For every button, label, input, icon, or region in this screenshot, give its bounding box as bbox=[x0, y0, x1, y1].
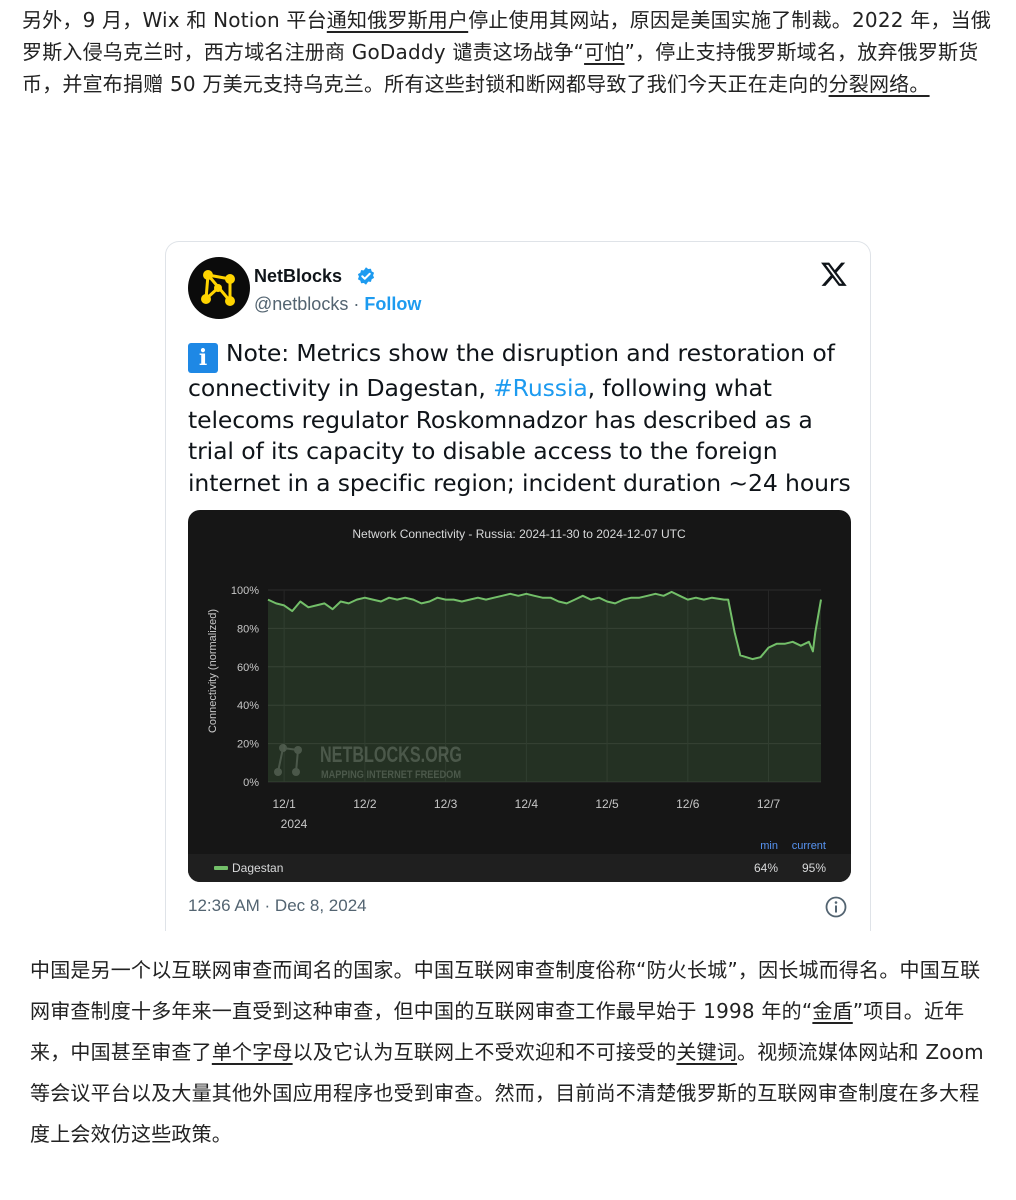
tweet-timestamp[interactable]: 12:36 AM · Dec 8, 2024 bbox=[188, 896, 367, 916]
verified-badge-icon bbox=[357, 267, 375, 285]
y-tick-label: 40% bbox=[237, 700, 259, 712]
link-notify-russian-users[interactable]: 通知俄罗斯用户 bbox=[327, 8, 468, 32]
info-circle-icon[interactable] bbox=[824, 895, 848, 919]
x-tick-label: 12/7 bbox=[757, 797, 781, 811]
tweet-chart-image[interactable]: Network Connectivity - Russia: 2024-11-3… bbox=[188, 510, 851, 882]
follow-button[interactable]: Follow bbox=[364, 294, 421, 314]
legend-current-value: 95% bbox=[802, 861, 826, 875]
legend-series-name: Dagestan bbox=[232, 861, 283, 875]
article-paragraph-intro: 另外，9 月，Wix 和 Notion 平台通知俄罗斯用户停止使用其网站，原因是… bbox=[22, 4, 997, 100]
x-tick-label: 12/2 bbox=[353, 797, 377, 811]
x-tick-label: 12/1 bbox=[272, 797, 296, 811]
y-tick-label: 100% bbox=[231, 585, 259, 597]
hashtag-russia-link[interactable]: #Russia bbox=[493, 374, 588, 402]
connectivity-chart: Network Connectivity - Russia: 2024-11-3… bbox=[188, 527, 851, 882]
link-golden-shield[interactable]: 金盾 bbox=[812, 999, 852, 1023]
information-emoji-icon: i bbox=[188, 343, 218, 373]
y-tick-label: 80% bbox=[237, 623, 259, 635]
tweet-handle[interactable]: @netblocks bbox=[254, 294, 348, 314]
link-terrible[interactable]: 可怕 bbox=[584, 40, 624, 64]
embedded-tweet: NetBlocks @netblocks · Follow i Note: Met… bbox=[165, 241, 871, 931]
tweet-handle-row: @netblocks · Follow bbox=[254, 294, 421, 315]
legend-current-header: current bbox=[792, 840, 826, 852]
x-tick-label: 12/5 bbox=[595, 797, 619, 811]
link-keywords[interactable]: 关键词 bbox=[676, 1040, 737, 1064]
x-tick-label: 12/4 bbox=[515, 797, 539, 811]
y-tick-label: 20% bbox=[237, 739, 259, 751]
series-area-dagestan bbox=[268, 591, 821, 782]
x-logo-icon[interactable] bbox=[820, 260, 848, 288]
netblocks-avatar[interactable] bbox=[188, 257, 250, 319]
article-paragraph-china: 中国是另一个以互联网审查而闻名的国家。中国互联网审查制度俗称“防火长城”，因长城… bbox=[30, 950, 995, 1155]
text-span: 另外，9 月，Wix 和 Notion 平台 bbox=[22, 8, 327, 32]
legend-color-swatch bbox=[214, 866, 228, 870]
netblocks-logo-icon bbox=[201, 270, 235, 306]
link-splinternet[interactable]: 分裂网络。 bbox=[829, 72, 930, 96]
x-tick-label: 12/3 bbox=[434, 797, 458, 811]
x-axis-year-label: 2024 bbox=[281, 817, 308, 831]
tweet-author-name[interactable]: NetBlocks bbox=[254, 266, 342, 287]
x-tick-label: 12/6 bbox=[676, 797, 700, 811]
chart-title: Network Connectivity - Russia: 2024-11-3… bbox=[352, 527, 686, 541]
tweet-text: i Note: Metrics show the disruption and r… bbox=[188, 338, 858, 499]
legend-min-header: min bbox=[760, 840, 778, 852]
y-tick-label: 60% bbox=[237, 662, 259, 674]
chart-y-axis-label: Connectivity (normalized) bbox=[207, 609, 219, 733]
text-span: 以及它认为互联网上不受欢迎和不可接受的 bbox=[292, 1040, 677, 1064]
link-single-letters[interactable]: 单个字母 bbox=[212, 1040, 293, 1064]
legend-min-value: 64% bbox=[754, 861, 778, 875]
separator-dot: · bbox=[353, 294, 360, 314]
y-tick-label: 0% bbox=[243, 777, 259, 789]
